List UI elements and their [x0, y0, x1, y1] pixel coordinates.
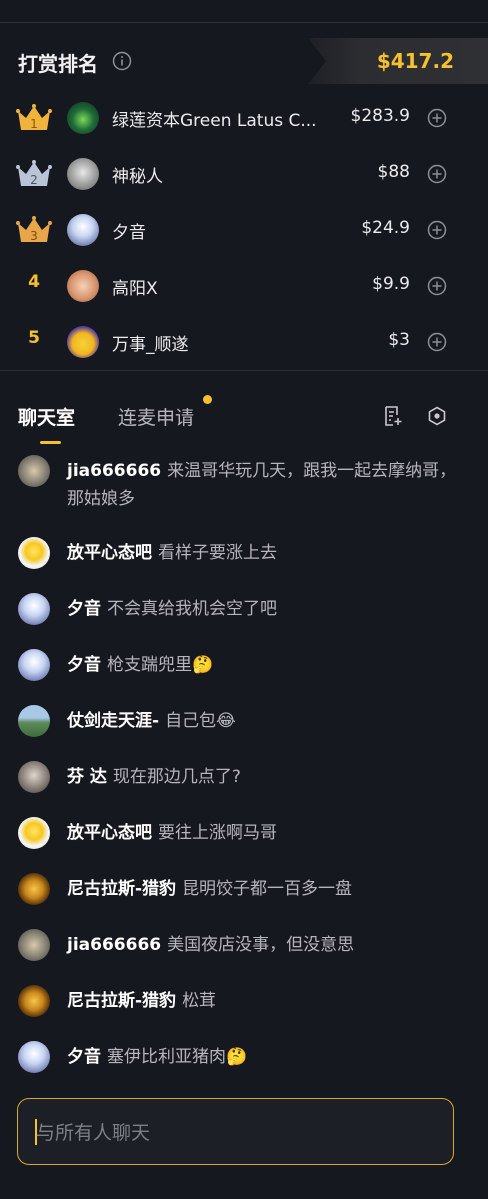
chat-input[interactable]: 与所有人聊天	[17, 1098, 454, 1165]
message-username[interactable]: 夕音	[67, 1047, 101, 1067]
info-icon[interactable]	[112, 51, 132, 71]
svg-text:2: 2	[30, 173, 38, 187]
ranking-row[interactable]: 2 神秘人 $88	[0, 146, 488, 202]
message-username[interactable]: 芬 达	[67, 767, 107, 787]
ranking-row[interactable]: 4 高阳X $9.9	[0, 258, 488, 314]
message-text: 昆明饺子都一百多一盘	[182, 879, 353, 899]
add-circle-icon[interactable]	[427, 276, 447, 296]
avatar[interactable]	[18, 705, 50, 737]
avatar[interactable]	[18, 537, 50, 569]
message-username[interactable]: 放平心态吧	[67, 543, 152, 563]
message-username[interactable]: jia666666	[67, 935, 161, 955]
avatar[interactable]	[18, 873, 50, 905]
avatar[interactable]	[67, 326, 99, 358]
avatar[interactable]	[67, 102, 99, 134]
total-banner: $417.2	[308, 38, 488, 84]
notification-dot	[203, 395, 212, 404]
message-text: 不会真给我机会空了吧	[107, 599, 277, 619]
document-edit-icon[interactable]	[382, 405, 404, 427]
message-text: 松茸	[182, 991, 217, 1011]
ranking-amount: $88	[377, 162, 410, 182]
message-username[interactable]: 尼古拉斯-猎豹	[67, 879, 176, 899]
message-username[interactable]: 尼古拉斯-猎豹	[67, 991, 176, 1011]
message-text: 自己包😂	[165, 711, 236, 731]
avatar[interactable]	[18, 1041, 50, 1073]
top-divider	[0, 22, 488, 23]
chat-input-placeholder: 与所有人聊天	[36, 1122, 151, 1144]
ranking-title: 打赏排名	[18, 52, 98, 76]
ranking-name: 绿莲资本Green Latus C...	[112, 111, 317, 131]
add-circle-icon[interactable]	[427, 332, 447, 352]
ranking-name: 高阳X	[112, 279, 158, 299]
message-username[interactable]: 夕音	[67, 655, 101, 675]
avatar[interactable]	[67, 214, 99, 246]
svg-text:3: 3	[30, 229, 38, 243]
ranking-list: 1 绿莲资本Green Latus C... $283.9 2 神秘人 $88 …	[0, 90, 488, 370]
ranking-name: 夕音	[112, 223, 146, 243]
message-username[interactable]: 夕音	[67, 599, 101, 619]
message-text: 枪支踹兜里🤔	[107, 655, 214, 675]
ranking-amount: $3	[388, 330, 410, 350]
avatar[interactable]	[18, 455, 50, 487]
rank-number: 4	[28, 272, 40, 292]
rank-number: 5	[28, 328, 40, 348]
gold-crown-icon: 1	[16, 104, 52, 131]
ranking-header: 打赏排名 $417.2	[0, 38, 488, 84]
add-circle-icon[interactable]	[427, 220, 447, 240]
total-amount: $417.2	[376, 49, 454, 73]
settings-hexagon-icon[interactable]	[427, 406, 447, 426]
ranking-amount: $283.9	[350, 106, 410, 126]
tab-link-request[interactable]: 连麦申请	[118, 403, 194, 430]
bronze-crown-icon: 3	[16, 216, 52, 243]
avatar[interactable]	[18, 761, 50, 793]
section-divider	[0, 370, 488, 371]
tab-chat-room[interactable]: 聊天室	[18, 403, 75, 430]
ranking-row[interactable]: 3 夕音 $24.9	[0, 202, 488, 258]
active-tab-indicator	[40, 441, 61, 444]
ranking-name: 万事_顺遂	[112, 335, 189, 355]
ranking-amount: $9.9	[372, 274, 410, 294]
svg-text:1: 1	[30, 117, 38, 131]
message-text: 看样子要涨上去	[158, 543, 277, 563]
message-text: 现在那边几点了?	[112, 767, 241, 787]
silver-crown-icon: 2	[16, 160, 52, 187]
add-circle-icon[interactable]	[427, 164, 447, 184]
ranking-name: 神秘人	[112, 167, 163, 187]
message-username[interactable]: jia666666	[67, 461, 161, 481]
ranking-row[interactable]: 1 绿莲资本Green Latus C... $283.9	[0, 90, 488, 146]
avatar[interactable]	[18, 929, 50, 961]
avatar[interactable]	[67, 270, 99, 302]
avatar[interactable]	[18, 649, 50, 681]
avatar[interactable]	[18, 985, 50, 1017]
message-username[interactable]: 仗剑走天涯-	[67, 711, 159, 731]
message-username[interactable]: 放平心态吧	[67, 823, 152, 843]
ranking-amount: $24.9	[361, 218, 410, 238]
add-circle-icon[interactable]	[427, 108, 447, 128]
message-text: 塞伊比利亚猪肉🤔	[107, 1047, 248, 1067]
avatar[interactable]	[18, 817, 50, 849]
avatar[interactable]	[18, 593, 50, 625]
avatar[interactable]	[67, 158, 99, 190]
message-text: 美国夜店没事，但没意思	[167, 935, 355, 955]
message-text: 要往上涨啊马哥	[158, 823, 277, 843]
ranking-row[interactable]: 5 万事_顺遂 $3	[0, 314, 488, 370]
